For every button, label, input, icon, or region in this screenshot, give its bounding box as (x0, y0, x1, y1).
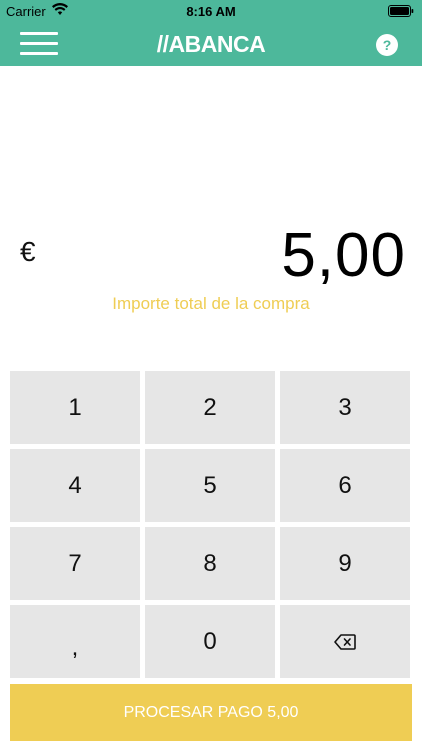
battery-icon (388, 5, 414, 20)
amount-caption: Importe total de la compra (112, 294, 310, 313)
key-9[interactable]: 9 (280, 527, 410, 600)
clock-time: 8:16 AM (186, 4, 236, 19)
process-payment-button[interactable]: PROCESAR PAGO 5,00 (10, 684, 412, 741)
key-3[interactable]: 3 (280, 371, 410, 444)
key-6[interactable]: 6 (280, 449, 410, 522)
key-comma-label: , (71, 633, 79, 661)
key-7[interactable]: 7 (10, 527, 140, 600)
currency-symbol: € (20, 236, 36, 267)
key-1[interactable]: 1 (10, 371, 140, 444)
key-0[interactable]: 0 (145, 605, 275, 678)
numeric-keypad: 1 2 3 4 5 6 7 8 9 , 0 (10, 371, 412, 678)
key-2[interactable]: 2 (145, 371, 275, 444)
abanca-logo: //ABANCA (156, 31, 266, 57)
backspace-key[interactable] (280, 605, 410, 678)
amount-value: 5,00 (281, 221, 406, 290)
key-8[interactable]: 8 (145, 527, 275, 600)
key-5[interactable]: 5 (145, 449, 275, 522)
help-icon[interactable]: ? (376, 34, 398, 56)
status-bar: Carrier 8:16 AM (0, 0, 422, 22)
backspace-icon (334, 633, 356, 650)
nav-bar: //ABANCA ? (0, 22, 422, 66)
key-4[interactable]: 4 (10, 449, 140, 522)
key-comma[interactable]: , (10, 605, 140, 678)
